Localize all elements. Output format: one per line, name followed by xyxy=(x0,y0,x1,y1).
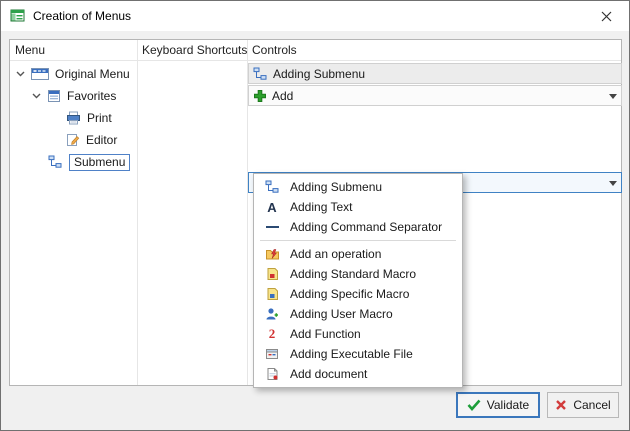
validate-button[interactable]: Validate xyxy=(456,392,540,418)
menu-item-label: Add document xyxy=(290,367,367,381)
menu-item-adding-command-separator[interactable]: Adding Command Separator xyxy=(254,217,462,237)
separator-line-icon xyxy=(260,226,284,228)
tree-item-original-menu[interactable]: Original Menu xyxy=(16,64,130,84)
tree-item-label: Print xyxy=(87,111,112,125)
tree-item-label: Original Menu xyxy=(55,67,130,81)
menu-item-adding-text[interactable]: A Adding Text xyxy=(254,197,462,217)
menu-bar-icon xyxy=(31,67,49,81)
title-bar: Creation of Menus xyxy=(1,1,629,31)
menu-item-label: Adding Specific Macro xyxy=(290,287,409,301)
chevron-down-icon[interactable] xyxy=(16,71,25,77)
function-icon: 2 xyxy=(260,326,284,342)
menu-item-add-document[interactable]: Add document xyxy=(254,364,462,384)
menu-item-add-an-operation[interactable]: Add an operation xyxy=(254,244,462,264)
menu-item-label: Adding Command Separator xyxy=(290,220,442,234)
dropdown-arrow-icon[interactable] xyxy=(609,181,617,186)
standard-macro-icon xyxy=(260,267,284,281)
specific-macro-icon xyxy=(260,287,284,301)
cross-icon xyxy=(555,399,567,411)
chevron-down-icon[interactable] xyxy=(32,93,41,99)
window-title: Creation of Menus xyxy=(33,9,131,23)
tree-item-label: Editor xyxy=(86,133,117,147)
tree-item-label-selected: Submenu xyxy=(69,154,130,171)
menu-item-label: Adding Text xyxy=(290,200,353,214)
close-icon xyxy=(601,11,612,22)
menu-item-adding-executable-file[interactable]: Adding Executable File xyxy=(254,344,462,364)
close-button[interactable] xyxy=(583,1,629,31)
menu-separator xyxy=(260,240,456,241)
tree-item-print[interactable]: Print xyxy=(66,108,112,128)
tree-item-label: Favorites xyxy=(67,89,116,103)
cancel-button[interactable]: Cancel xyxy=(547,392,619,418)
printer-icon xyxy=(66,111,81,125)
submenu-panel-icon xyxy=(47,89,61,103)
column-header-controls: Controls xyxy=(252,43,297,57)
menu-item-adding-submenu[interactable]: Adding Submenu xyxy=(254,177,462,197)
menu-item-label: Adding Submenu xyxy=(290,180,382,194)
validate-button-label: Validate xyxy=(487,398,529,412)
adding-submenu-button[interactable]: Adding Submenu xyxy=(248,63,622,84)
submenu-icon xyxy=(260,180,284,194)
submenu-icon xyxy=(48,155,63,169)
document-icon xyxy=(260,367,284,381)
add-dropdown-label: Add xyxy=(272,89,293,103)
menu-item-label: Add Function xyxy=(290,327,361,341)
menu-item-adding-standard-macro[interactable]: Adding Standard Macro xyxy=(254,264,462,284)
user-macro-icon xyxy=(260,307,284,321)
column-divider xyxy=(137,40,138,385)
menu-item-adding-specific-macro[interactable]: Adding Specific Macro xyxy=(254,284,462,304)
header-divider xyxy=(10,60,621,61)
cancel-button-label: Cancel xyxy=(573,398,610,412)
menu-item-label: Adding Executable File xyxy=(290,347,413,361)
column-header-keyboard-shortcuts: Keyboard Shortcuts xyxy=(142,43,247,57)
operation-icon xyxy=(260,247,284,261)
check-icon xyxy=(467,399,481,411)
dialog-creation-of-menus: Creation of Menus Menu Keyboard Shortcut… xyxy=(0,0,630,431)
column-header-menu: Menu xyxy=(15,43,45,57)
menu-item-label: Add an operation xyxy=(290,247,381,261)
plus-icon xyxy=(253,89,267,103)
dropdown-arrow-icon[interactable] xyxy=(609,94,617,99)
tree-item-submenu[interactable]: Submenu xyxy=(48,152,130,172)
submenu-icon xyxy=(253,67,268,81)
app-icon xyxy=(10,8,26,24)
adding-submenu-button-label: Adding Submenu xyxy=(273,67,365,81)
menu-item-adding-user-macro[interactable]: Adding User Macro xyxy=(254,304,462,324)
executable-file-icon xyxy=(260,347,284,361)
menu-item-label: Adding Standard Macro xyxy=(290,267,416,281)
editor-icon xyxy=(66,133,80,147)
add-dropdown-favorites[interactable]: Add xyxy=(248,85,622,106)
tree-item-editor[interactable]: Editor xyxy=(66,130,117,150)
text-icon: A xyxy=(260,200,284,215)
tree-item-favorites[interactable]: Favorites xyxy=(32,86,116,106)
add-dropdown-open-menu: Adding Submenu A Adding Text Adding Comm… xyxy=(253,173,463,388)
menu-item-add-function[interactable]: 2 Add Function xyxy=(254,324,462,344)
menu-item-label: Adding User Macro xyxy=(290,307,393,321)
